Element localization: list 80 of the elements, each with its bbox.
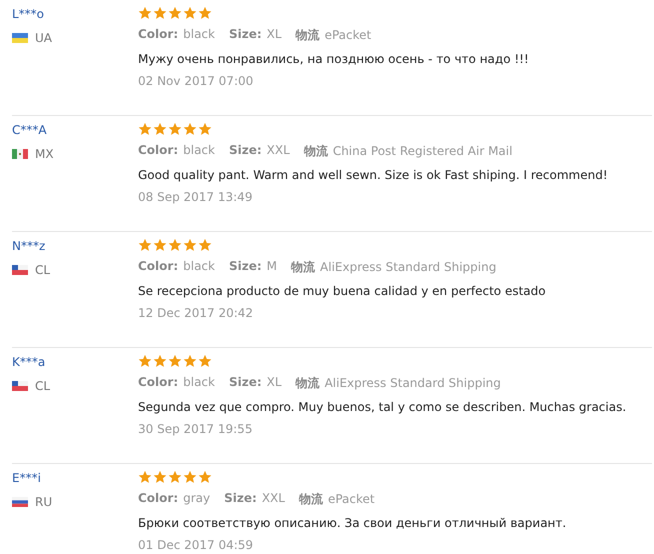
star-icon xyxy=(153,238,167,252)
star-icon xyxy=(183,354,197,368)
star-icon xyxy=(153,6,167,20)
review-text: Мужу очень понравились, на позднюю осень - то что надо !!! xyxy=(138,52,530,66)
star-icon xyxy=(168,6,182,20)
star-icon xyxy=(168,238,182,252)
property-label: Size: xyxy=(228,143,262,157)
property-value: gray xyxy=(183,491,210,505)
property-value: ePacket xyxy=(324,28,372,42)
review-date: 12 Dec 2017 20:42 xyxy=(138,306,254,320)
country-code: UA xyxy=(35,31,52,45)
star-icon xyxy=(183,6,197,20)
property-value: XXL xyxy=(262,491,285,505)
review-text: Se recepciona producto de muy buena calidad y en perfecto estado xyxy=(138,284,547,298)
property-label: Color: xyxy=(138,143,178,157)
property-value: black xyxy=(183,259,215,273)
star-icon xyxy=(198,470,212,484)
property-label: Size: xyxy=(228,375,262,389)
property-value: XL xyxy=(266,375,282,389)
review-text: Брюки соответствую описанию. За свои деньги отличный вариант. xyxy=(138,516,568,530)
star-icon xyxy=(198,238,212,252)
property-label: Color: xyxy=(138,491,178,505)
review-text: Segunda vez que compro. Muy buenos, tal y como se describen. Muchas gracias. xyxy=(138,400,628,414)
review-date: 01 Dec 2017 04:59 xyxy=(138,538,254,552)
star-icon xyxy=(168,470,182,484)
star-icon xyxy=(198,122,212,136)
star-icon xyxy=(168,354,182,368)
property-value: black xyxy=(183,375,215,389)
star-icon xyxy=(138,354,152,368)
review-date: 30 Sep 2017 19:55 xyxy=(138,422,254,436)
star-icon xyxy=(138,6,152,20)
user-name: N***z xyxy=(12,239,46,255)
property-label: Color: xyxy=(138,27,178,41)
star-icon xyxy=(183,238,197,252)
review-text: Good quality pant. Warm and well sewn. Size is ok Fast shiping. I recommend! xyxy=(138,168,609,182)
star-icon xyxy=(138,470,152,484)
country-code: CL xyxy=(35,379,50,393)
country-code: CL xyxy=(35,263,50,277)
flag-icon xyxy=(12,497,28,507)
star-icon xyxy=(138,238,152,252)
flag-icon xyxy=(12,265,28,275)
property-value: AliExpress Standard Shipping xyxy=(324,376,501,390)
flag-icon xyxy=(12,33,28,43)
user-name: L***o xyxy=(12,7,46,23)
star-icon xyxy=(168,122,182,136)
user-name: K***a xyxy=(12,355,46,371)
star-icon xyxy=(183,470,197,484)
country-code: RU xyxy=(35,495,52,509)
user-name: C***A xyxy=(12,123,48,139)
flag-icon xyxy=(12,381,28,391)
star-icon xyxy=(153,354,167,368)
property-label: Color: xyxy=(138,259,178,273)
star-icon xyxy=(153,470,167,484)
flag-icon xyxy=(12,149,28,159)
property-label: Size: xyxy=(228,259,262,273)
property-value: black xyxy=(183,143,215,157)
property-label: 物流 xyxy=(291,260,316,274)
property-value: ePacket xyxy=(328,492,375,506)
property-label: 物流 xyxy=(296,28,320,42)
property-label: 物流 xyxy=(304,144,328,158)
property-value: AliExpress Standard Shipping xyxy=(320,260,496,274)
property-label: Size: xyxy=(224,491,257,505)
property-label: Color: xyxy=(138,375,178,389)
star-icon xyxy=(138,122,152,136)
property-value: black xyxy=(183,27,215,41)
property-value: XXL xyxy=(266,143,290,157)
property-value: XL xyxy=(266,27,282,41)
country-code: MX xyxy=(35,147,54,161)
star-icon xyxy=(198,6,212,20)
property-label: Size: xyxy=(228,27,262,41)
property-label: 物流 xyxy=(296,376,320,390)
user-name: E***i xyxy=(12,471,42,487)
review-date: 02 Nov 2017 07:00 xyxy=(138,74,254,88)
star-icon xyxy=(183,122,197,136)
star-icon xyxy=(153,122,167,136)
property-label: 物流 xyxy=(298,492,323,506)
star-icon xyxy=(198,354,212,368)
review-date: 08 Sep 2017 13:49 xyxy=(138,190,254,204)
property-value: China Post Registered Air Mail xyxy=(332,144,512,158)
property-value: M xyxy=(266,259,278,273)
